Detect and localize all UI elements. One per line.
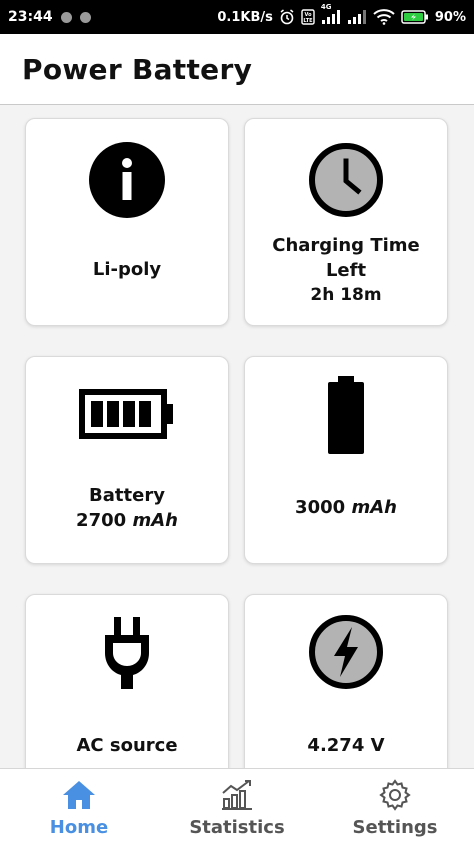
status-time: 23:44 bbox=[8, 9, 53, 25]
notification-dot-icon bbox=[60, 11, 72, 23]
page-title: Power Battery bbox=[22, 52, 253, 86]
bolt-icon bbox=[245, 613, 447, 691]
design-capacity-card: 3000 mAh bbox=[244, 356, 448, 564]
plug-icon bbox=[26, 617, 228, 693]
battery-capacity-card: Battery 2700 mAh bbox=[25, 356, 229, 564]
nav-settings[interactable]: Settings bbox=[316, 769, 474, 843]
volte-icon: Vo LTE bbox=[301, 9, 315, 25]
card-grid[interactable]: Li-poly Charging Time Left 2h 18m Batter… bbox=[0, 106, 474, 768]
battery-percent: 90% bbox=[434, 9, 466, 25]
charging-time-label: Charging Time bbox=[272, 235, 420, 256]
battery-technology-value: Li-poly bbox=[92, 259, 162, 280]
power-source-value: AC source bbox=[76, 735, 178, 756]
design-capacity-value: 3000 bbox=[295, 497, 346, 518]
design-capacity-unit: mAh bbox=[351, 497, 397, 518]
chart-icon bbox=[220, 779, 254, 815]
nav-home-label: Home bbox=[49, 817, 109, 838]
signal-icon: 4G bbox=[321, 3, 341, 25]
power-source-card: AC source bbox=[25, 594, 229, 768]
nav-settings-label: Settings bbox=[352, 817, 438, 838]
battery-status-icon bbox=[401, 9, 429, 25]
battery-capacity-unit: mAh bbox=[132, 510, 178, 531]
nav-statistics-label: Statistics bbox=[189, 817, 285, 838]
clock-icon bbox=[245, 141, 447, 219]
network-type: 4G bbox=[320, 3, 332, 11]
charging-time-value: 2h 18m bbox=[310, 285, 382, 305]
battery-vertical-icon bbox=[245, 375, 447, 455]
voltage-value: 4.274 V bbox=[307, 735, 385, 756]
battery-horizontal-icon bbox=[26, 389, 228, 439]
bottom-navigation: Home Statistics Settings bbox=[0, 768, 474, 843]
info-icon bbox=[26, 141, 228, 219]
svg-text:LTE: LTE bbox=[303, 18, 313, 24]
nav-statistics[interactable]: Statistics bbox=[158, 769, 316, 843]
notification-dot-icon bbox=[79, 11, 91, 23]
battery-capacity-label: Battery bbox=[89, 485, 165, 506]
nav-home[interactable]: Home bbox=[0, 769, 158, 843]
alarm-icon bbox=[279, 9, 295, 25]
battery-capacity-value: 2700 bbox=[76, 510, 127, 531]
app-bar: Power Battery bbox=[0, 34, 474, 105]
status-bar: 23:44 0.1KB/s Vo LTE 4G 90% bbox=[0, 0, 474, 34]
network-speed: 0.1KB/s bbox=[217, 9, 273, 25]
home-icon bbox=[62, 779, 96, 815]
gear-icon bbox=[378, 779, 412, 815]
signal-icon bbox=[347, 9, 367, 25]
wifi-icon bbox=[373, 9, 395, 25]
voltage-card: 4.274 V bbox=[244, 594, 448, 768]
charging-time-card: Charging Time Left 2h 18m bbox=[244, 118, 448, 326]
battery-technology-card: Li-poly bbox=[25, 118, 229, 326]
charging-time-label-2: Left bbox=[325, 260, 367, 281]
